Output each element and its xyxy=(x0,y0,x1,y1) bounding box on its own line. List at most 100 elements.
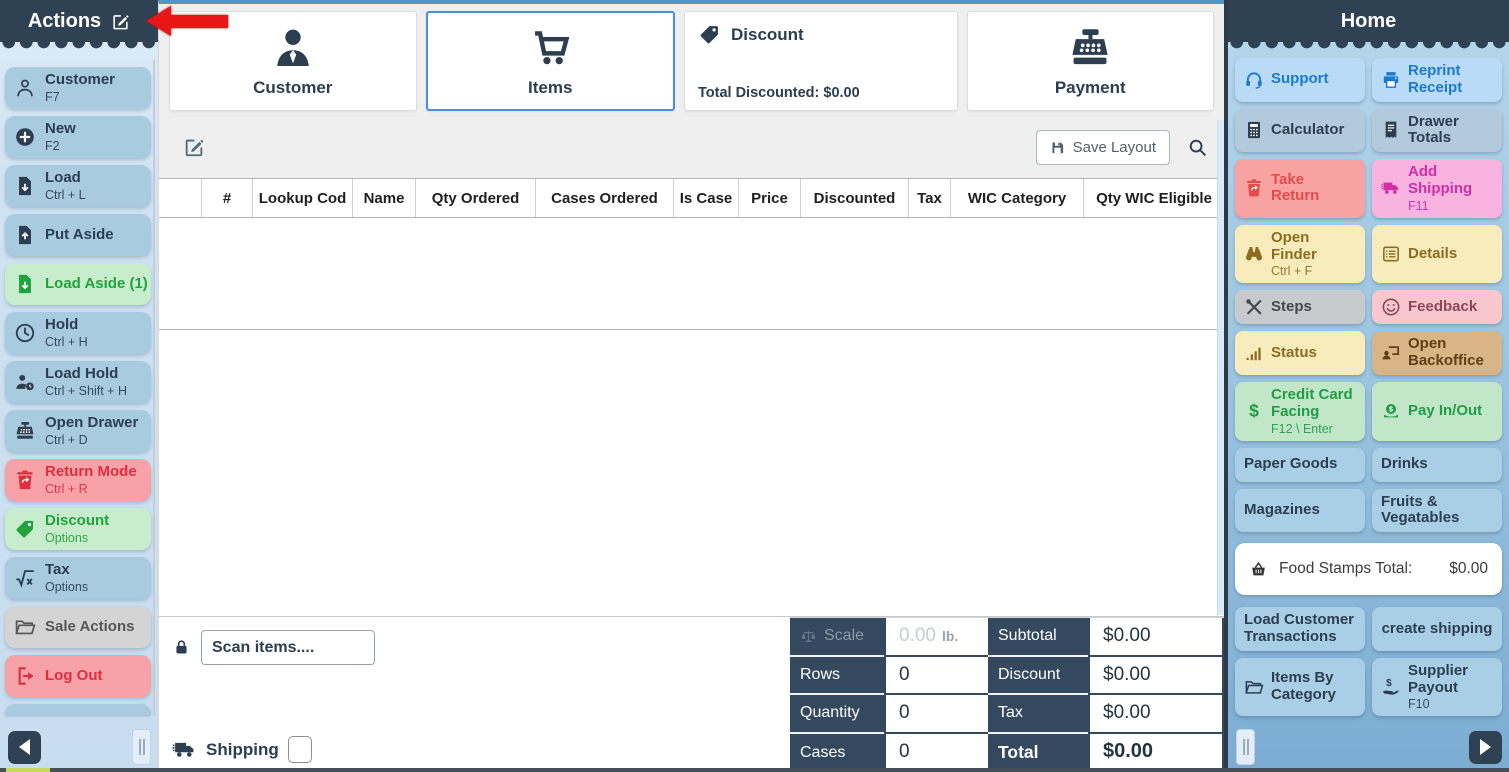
home-button-items-by-category[interactable]: Items By Category xyxy=(1235,658,1365,717)
main-scrollbar[interactable] xyxy=(1217,120,1224,615)
home-button-load-customer-transactions[interactable]: Load Customer Transactions xyxy=(1235,607,1365,651)
register-icon xyxy=(1067,25,1113,71)
home-footer-buttons-grid: Load Customer Transactions create shippi… xyxy=(1228,607,1509,716)
shipping-checkbox[interactable] xyxy=(288,736,312,763)
actions-footer-nav xyxy=(8,729,151,765)
home-button-feedback[interactable]: Feedback xyxy=(1372,290,1502,324)
search-icon[interactable] xyxy=(1187,137,1208,158)
action-button-load-aside-1[interactable]: Load Aside (1) xyxy=(5,263,151,305)
scan-items-input[interactable] xyxy=(201,630,375,665)
action-button-discount[interactable]: Discount Options xyxy=(5,508,151,550)
column-header-wic-category[interactable]: WIC Category xyxy=(951,179,1084,217)
summary-row-discount: Discount $0.00 xyxy=(988,657,1224,696)
action-button-partial[interactable] xyxy=(5,704,151,715)
column-header-qty-ordered[interactable]: Qty Ordered xyxy=(416,179,536,217)
scale-icon xyxy=(800,628,817,645)
right-panel-home: Home Support Reprint Receipt Calculator … xyxy=(1228,0,1509,772)
column-header-blank[interactable]: # xyxy=(202,179,253,217)
money-icon: $ xyxy=(1381,401,1401,421)
shipping-row: Shipping xyxy=(172,736,312,763)
file-up-icon xyxy=(14,224,36,246)
home-button-credit-card-facing[interactable]: $ Credit Card Facing F12 \ Enter xyxy=(1235,382,1365,441)
home-button-details[interactable]: Details xyxy=(1372,225,1502,284)
home-button-drinks[interactable]: Drinks xyxy=(1372,448,1502,482)
button-label: Status xyxy=(1271,345,1317,362)
home-button-reprint-receipt[interactable]: Reprint Receipt xyxy=(1372,58,1502,102)
summary-value: 0 xyxy=(899,664,910,686)
column-header-blank[interactable] xyxy=(159,179,202,217)
summary-row-quantity: Quantity 0 xyxy=(790,695,988,734)
edit-grid-icon[interactable] xyxy=(183,136,205,158)
pos-app: Actions Customer F7 New F2 Load Ctrl + L… xyxy=(0,0,1509,772)
collapse-left-panel-button[interactable] xyxy=(8,731,41,764)
basket-icon xyxy=(1249,560,1268,579)
action-button-open-drawer[interactable]: Open Drawer Ctrl + D xyxy=(5,410,151,452)
action-button-customer[interactable]: Customer F7 xyxy=(5,67,151,109)
home-button-supplier-payout[interactable]: $ Supplier Payout F10 xyxy=(1372,658,1502,717)
column-header-discounted[interactable]: Discounted xyxy=(801,179,909,217)
home-button-add-shipping[interactable]: Add Shipping F11 xyxy=(1372,159,1502,218)
action-button-load[interactable]: Load Ctrl + L xyxy=(5,165,151,207)
button-label: Put Aside xyxy=(45,227,114,243)
column-header-is-case[interactable]: Is Case xyxy=(674,179,739,217)
right-panel-drag-handle[interactable] xyxy=(1236,729,1255,765)
summary-label: Discount xyxy=(998,666,1060,684)
column-header-price[interactable]: Price xyxy=(739,179,801,217)
home-button-paper-goods[interactable]: Paper Goods xyxy=(1235,448,1365,482)
column-header-lookup-cod[interactable]: Lookup Cod xyxy=(253,179,353,217)
home-button-calculator[interactable]: Calculator xyxy=(1235,109,1365,153)
home-button-open-backoffice[interactable]: Open Backoffice xyxy=(1372,331,1502,375)
tab-discount[interactable]: Discount Total Discounted: $0.00 xyxy=(684,11,958,111)
scan-row xyxy=(172,630,375,665)
tab-items[interactable]: Items xyxy=(426,11,676,111)
button-label: Customer xyxy=(45,72,115,88)
home-button-magazines[interactable]: Magazines xyxy=(1235,489,1365,533)
home-button-take-return[interactable]: Take Return xyxy=(1235,159,1365,218)
grid-toolbar: Save Layout xyxy=(159,116,1224,178)
button-shortcut: Ctrl + L xyxy=(45,188,86,202)
action-button-sale-actions[interactable]: Sale Actions xyxy=(5,606,151,648)
column-header-cases-ordered[interactable]: Cases Ordered xyxy=(536,179,674,217)
items-table-body-empty[interactable] xyxy=(159,218,1224,330)
main-content: Customer Items Discount Total Discounted… xyxy=(158,0,1224,772)
action-button-new[interactable]: New F2 xyxy=(5,116,151,158)
home-button-drawer-totals[interactable]: Drawer Totals xyxy=(1372,109,1502,153)
button-label: Pay In/Out xyxy=(1408,403,1482,420)
summary-value: $0.00 xyxy=(1103,664,1151,686)
column-header-label: Cases Ordered xyxy=(551,190,658,207)
home-button-steps[interactable]: Steps xyxy=(1235,290,1365,324)
stats-column: Scale 0.00 lb. Rows 0 Quantity 0 Cases xyxy=(790,618,988,772)
tag-icon xyxy=(14,518,36,540)
chart-bars-icon xyxy=(1244,343,1264,363)
action-button-load-hold[interactable]: Load Hold Ctrl + Shift + H xyxy=(5,361,151,403)
column-header-name[interactable]: Name xyxy=(353,179,416,217)
column-header-tax[interactable]: Tax xyxy=(909,179,951,217)
home-button-open-finder[interactable]: Open Finder Ctrl + F xyxy=(1235,225,1365,284)
button-label: Return Mode xyxy=(45,464,137,480)
save-layout-button[interactable]: Save Layout xyxy=(1036,130,1170,165)
home-button-fruits-vegatables[interactable]: Fruits & Vegatables xyxy=(1372,489,1502,533)
column-header-qty-wic-eligible[interactable]: Qty WIC Eligible xyxy=(1084,179,1224,217)
expand-right-panel-button[interactable] xyxy=(1469,731,1502,764)
tools-icon xyxy=(1244,297,1264,317)
action-button-return-mode[interactable]: Return Mode Ctrl + R xyxy=(5,459,151,501)
logout-icon xyxy=(14,665,36,687)
home-button-support[interactable]: Support xyxy=(1235,58,1365,102)
home-button-create-shipping[interactable]: create shipping xyxy=(1372,607,1502,651)
tab-payment[interactable]: Payment xyxy=(967,11,1215,111)
action-button-tax[interactable]: Tax Options xyxy=(5,557,151,599)
left-panel-drag-handle[interactable] xyxy=(132,729,151,765)
home-button-pay-in-out[interactable]: $ Pay In/Out xyxy=(1372,382,1502,441)
button-label: Details xyxy=(1408,246,1457,263)
action-button-put-aside[interactable]: Put Aside xyxy=(5,214,151,256)
receipt-icon xyxy=(1381,120,1401,140)
edit-actions-icon[interactable] xyxy=(111,12,130,31)
summary-row-tax: Tax $0.00 xyxy=(988,695,1224,734)
home-button-status[interactable]: Status xyxy=(1235,331,1365,375)
actions-title: Actions xyxy=(28,10,101,33)
button-shortcut: Ctrl + H xyxy=(45,335,88,349)
action-button-hold[interactable]: Hold Ctrl + H xyxy=(5,312,151,354)
tab-label: Items xyxy=(528,78,572,98)
summary-value: 0 xyxy=(899,741,910,763)
action-button-log-out[interactable]: Log Out xyxy=(5,655,151,697)
